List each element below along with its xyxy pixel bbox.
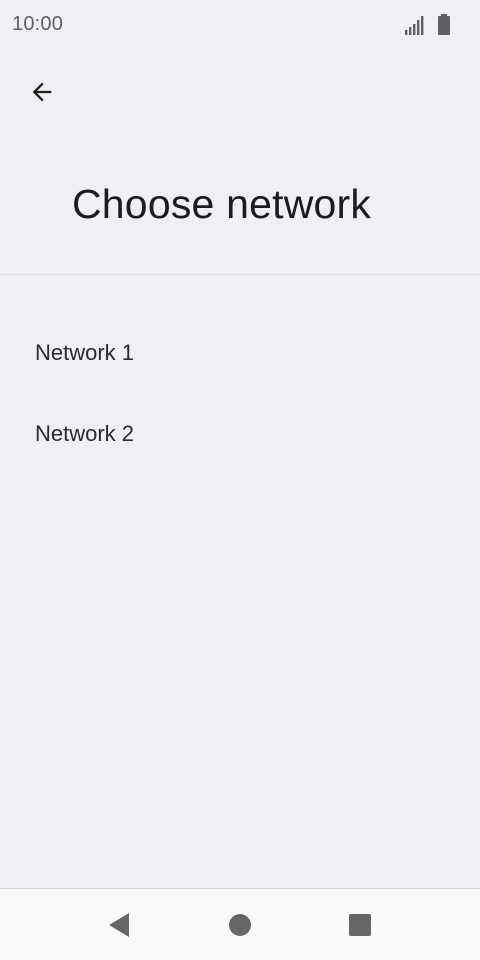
battery-icon: [438, 14, 450, 35]
network-item-1[interactable]: Network 1: [0, 312, 480, 393]
status-time: 10:00: [12, 13, 64, 35]
nav-back-button[interactable]: [93, 899, 145, 951]
network-list: Network 1 Network 2: [0, 312, 480, 474]
back-button[interactable]: [18, 68, 66, 116]
nav-home-icon: [229, 914, 251, 936]
navigation-bar: [0, 888, 480, 960]
header-divider: [0, 274, 480, 275]
nav-recents-button[interactable]: [334, 899, 386, 951]
network-item-2[interactable]: Network 2: [0, 393, 480, 474]
status-bar: 10:00: [0, 0, 480, 50]
network-label: Network 1: [35, 339, 135, 365]
nav-back-icon: [109, 913, 129, 937]
page-title: Choose network: [72, 181, 372, 227]
nav-recents-icon: [349, 914, 371, 936]
network-label: Network 2: [35, 420, 135, 446]
arrow-back-icon: [32, 82, 52, 102]
signal-icon: [405, 16, 424, 35]
nav-home-button[interactable]: [214, 899, 266, 951]
